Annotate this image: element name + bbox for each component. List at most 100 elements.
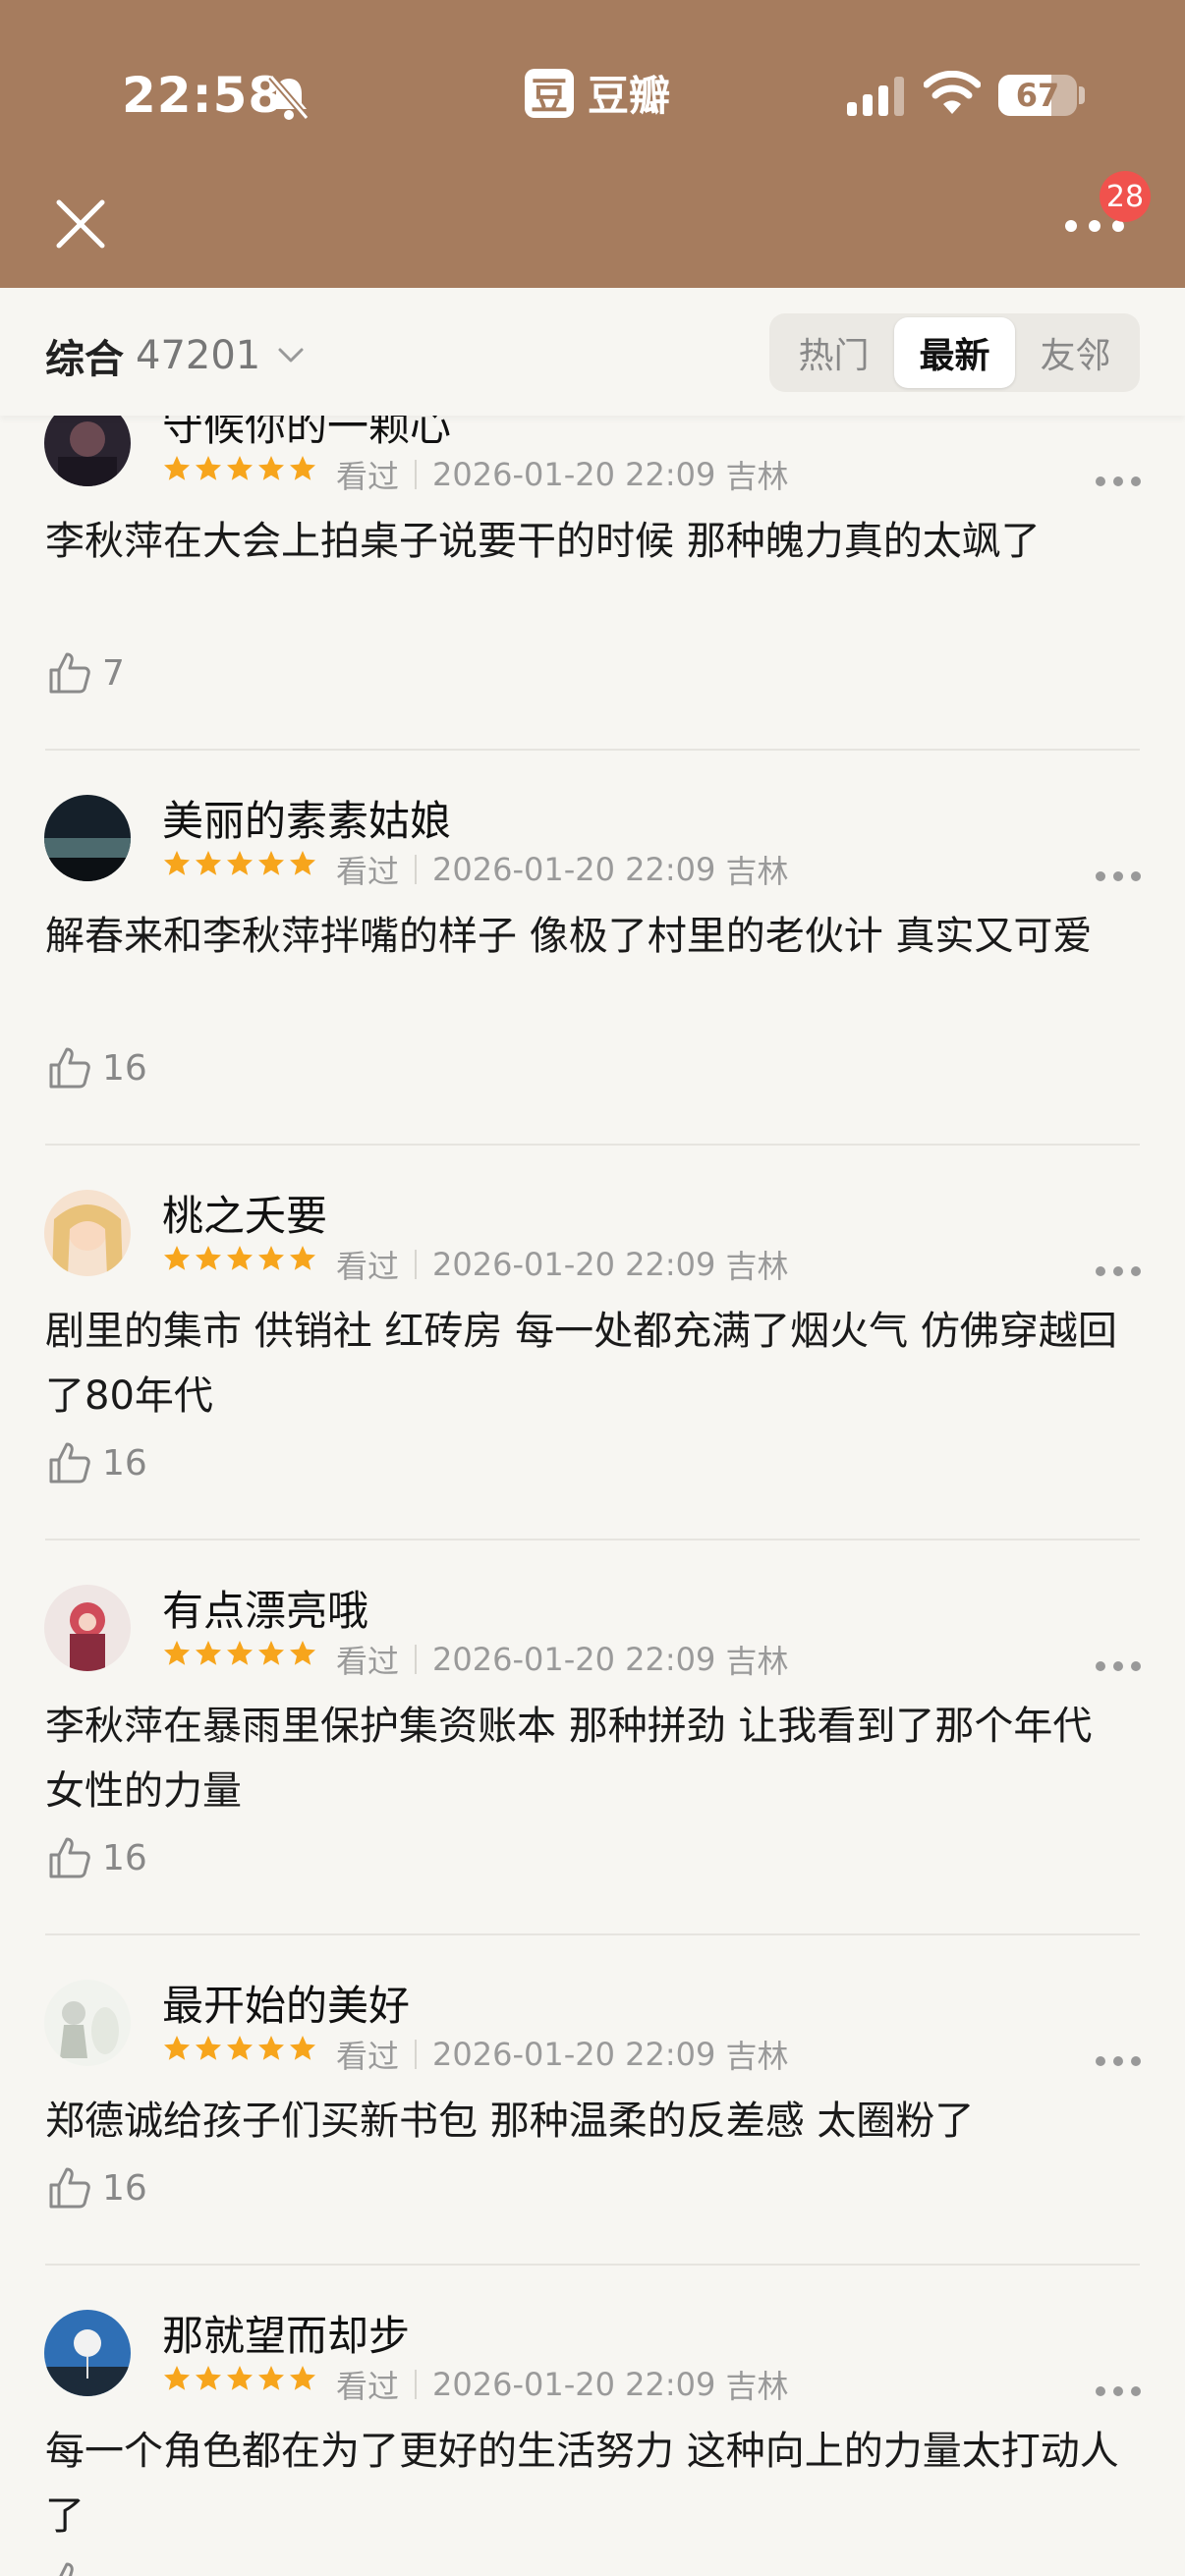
comment-time: 2026-01-20 22:09 — [432, 1246, 716, 1283]
star-icon — [290, 2366, 315, 2390]
thumbs-up-icon — [49, 1837, 90, 1878]
like-button[interactable]: 16 — [45, 2163, 147, 2212]
sort-dropdown[interactable]: 综合 47201 — [45, 327, 306, 384]
star-icon — [196, 2036, 221, 2060]
thumbs-up-icon — [49, 1442, 90, 1484]
username[interactable]: 那就望而却步 — [162, 2303, 410, 2363]
star-icon — [290, 1246, 315, 1270]
avatar[interactable] — [44, 1980, 131, 2066]
comment-meta: 看过 2026-01-20 22:09 吉林 — [336, 847, 789, 892]
comment-time: 2026-01-20 22:09 — [432, 2366, 716, 2403]
star-icon — [227, 851, 253, 875]
comment-location: 吉林 — [725, 458, 789, 495]
star-icon — [290, 456, 315, 480]
tab-latest[interactable]: 最新 — [894, 317, 1015, 388]
avatar[interactable] — [44, 2310, 131, 2396]
comment-time: 2026-01-20 22:09 — [432, 851, 716, 888]
filter-tabs: 热门 最新 友邻 — [769, 313, 1140, 392]
watch-status: 看过 — [336, 2368, 400, 2405]
top-bar: 22:58 豆 豆瓣 67 28 — [0, 0, 1185, 288]
thumbs-up-icon — [49, 1047, 90, 1089]
comment-meta: 看过 2026-01-20 22:09 吉林 — [336, 1242, 789, 1287]
more-options-icon[interactable] — [1095, 476, 1142, 487]
cellular-signal-icon — [847, 77, 904, 116]
watch-status: 看过 — [336, 1248, 400, 1285]
like-button[interactable]: 7 — [45, 648, 125, 698]
star-icon — [227, 1641, 253, 1665]
username[interactable]: 桃之夭要 — [162, 1183, 327, 1243]
like-button[interactable]: 16 — [45, 1043, 147, 1092]
star-icon — [258, 1641, 284, 1665]
more-options-icon[interactable] — [1095, 1265, 1142, 1277]
wifi-icon — [924, 71, 981, 114]
watch-status: 看过 — [336, 458, 400, 495]
app-brand: 豆 豆瓣 — [525, 63, 670, 123]
thumbs-up-icon — [49, 2167, 90, 2209]
comment-item: 那就望而却步 看过 2026-01-20 22:09 吉林 每一个角色都在为了更… — [0, 2266, 1185, 2576]
star-icon — [258, 2036, 284, 2060]
more-options-icon[interactable] — [1095, 2055, 1142, 2067]
comment-location: 吉林 — [725, 2038, 789, 2075]
username[interactable]: 最开始的美好 — [162, 1973, 410, 2033]
star-icon — [164, 1246, 190, 1270]
star-icon — [196, 1246, 221, 1270]
comment-item: 桃之夭要 看过 2026-01-20 22:09 吉林 剧里的集市 供销社 红砖… — [0, 1146, 1185, 1540]
comment-meta: 看过 2026-01-20 22:09 吉林 — [336, 2362, 789, 2407]
star-icon — [290, 2036, 315, 2060]
star-icon — [164, 1641, 190, 1665]
comment-text: 每一个角色都在为了更好的生活努力 这种向上的力量太打动人了 — [45, 2429, 1119, 2539]
comment-time: 2026-01-20 22:09 — [432, 2036, 716, 2073]
comment-time: 2026-01-20 22:09 — [432, 456, 716, 493]
like-button[interactable] — [45, 2558, 102, 2576]
comment-location: 吉林 — [725, 1643, 789, 1680]
more-options-icon[interactable] — [1095, 1660, 1142, 1672]
more-options-icon[interactable] — [1095, 2385, 1142, 2397]
watch-status: 看过 — [336, 853, 400, 890]
comment-item: 美丽的素素姑娘 看过 2026-01-20 22:09 吉林 解春来和李秋萍拌嘴… — [0, 751, 1185, 1146]
status-time: 22:58 — [122, 67, 284, 124]
douban-logo-icon: 豆 — [525, 68, 574, 118]
filter-bar: 综合 47201 热门 最新 友邻 — [0, 288, 1185, 416]
sort-label: 综合 — [45, 337, 124, 382]
username[interactable]: 美丽的素素姑娘 — [162, 788, 451, 848]
like-button[interactable]: 16 — [45, 1833, 147, 1882]
star-icon — [258, 2366, 284, 2390]
star-icon — [258, 851, 284, 875]
avatar[interactable] — [44, 795, 131, 881]
comment-meta: 看过 2026-01-20 22:09 吉林 — [336, 2032, 789, 2077]
star-icon — [290, 851, 315, 875]
comment-time: 2026-01-20 22:09 — [432, 1641, 716, 1678]
star-icon — [196, 2366, 221, 2390]
comment-text: 郑德诚给孩子们买新书包 那种温柔的反差感 太圈粉了 — [45, 2099, 975, 2144]
comment-item: 最开始的美好 看过 2026-01-20 22:09 吉林 郑德诚给孩子们买新书… — [0, 1935, 1185, 2266]
avatar[interactable] — [44, 1585, 131, 1671]
close-icon[interactable] — [53, 196, 108, 252]
star-icon — [258, 456, 284, 480]
comment-text: 李秋萍在暴雨里保护集资账本 那种拼劲 让我看到了那个年代女性的力量 — [45, 1704, 1093, 1814]
star-icon — [196, 851, 221, 875]
like-count: 16 — [102, 1047, 147, 1089]
thumbs-up-icon — [49, 652, 90, 694]
comment-location: 吉林 — [725, 2368, 789, 2405]
comment-text: 剧里的集市 供销社 红砖房 每一处都充满了烟火气 仿佛穿越回了80年代 — [45, 1309, 1117, 1419]
rating-stars — [162, 1244, 317, 1273]
like-count: 7 — [102, 652, 125, 694]
more-options-icon[interactable] — [1095, 870, 1142, 882]
username[interactable]: 有点漂亮哦 — [162, 1578, 368, 1638]
comment-meta: 看过 2026-01-20 22:09 吉林 — [336, 1637, 789, 1682]
comment-count: 47201 — [136, 333, 261, 378]
app-name: 豆瓣 — [588, 72, 671, 120]
comment-text: 李秋萍在大会上拍桌子说要干的时候 那种魄力真的太飒了 — [45, 519, 1041, 564]
rating-stars — [162, 1639, 317, 1668]
comment-meta: 看过 2026-01-20 22:09 吉林 — [336, 452, 789, 497]
star-icon — [164, 851, 190, 875]
watch-status: 看过 — [336, 1643, 400, 1680]
tab-friends[interactable]: 友邻 — [1015, 317, 1136, 388]
comment-item: 有点漂亮哦 看过 2026-01-20 22:09 吉林 李秋萍在暴雨里保护集资… — [0, 1540, 1185, 1935]
tab-hot[interactable]: 热门 — [773, 317, 894, 388]
avatar[interactable] — [44, 1190, 131, 1276]
rating-stars — [162, 2364, 317, 2393]
star-icon — [164, 2366, 190, 2390]
rating-stars — [162, 849, 317, 878]
like-button[interactable]: 16 — [45, 1438, 147, 1487]
